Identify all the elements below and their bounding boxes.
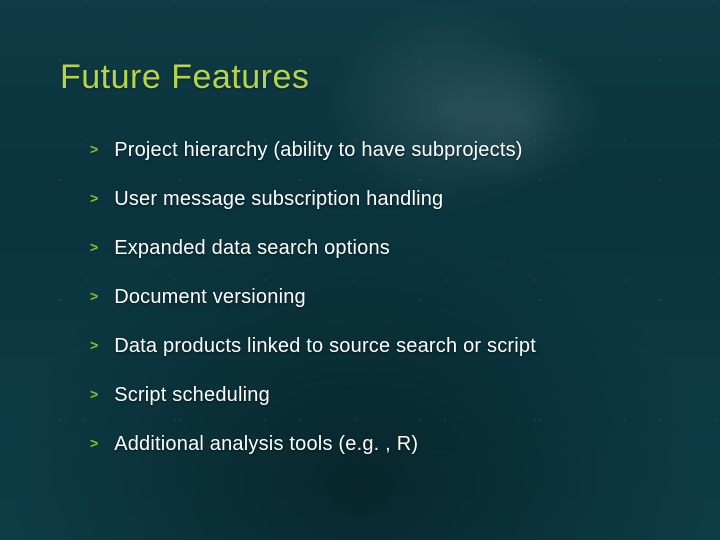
chevron-icon: > (90, 436, 98, 450)
chevron-icon: > (90, 240, 98, 254)
list-item: > User message subscription handling (90, 188, 660, 211)
list-item: > Project hierarchy (ability to have sub… (90, 139, 660, 162)
bullet-text: Project hierarchy (ability to have subpr… (114, 139, 522, 162)
bullet-text: Script scheduling (114, 384, 270, 407)
list-item: > Additional analysis tools (e.g. , R) (90, 433, 660, 456)
chevron-icon: > (90, 387, 98, 401)
list-item: > Data products linked to source search … (90, 335, 660, 358)
bullet-list: > Project hierarchy (ability to have sub… (60, 139, 660, 456)
bullet-text: Additional analysis tools (e.g. , R) (114, 433, 418, 456)
bullet-text: User message subscription handling (114, 188, 443, 211)
bullet-text: Document versioning (114, 286, 306, 309)
list-item: > Script scheduling (90, 384, 660, 407)
slide-title: Future Features (60, 58, 660, 97)
list-item: > Expanded data search options (90, 237, 660, 260)
bullet-text: Data products linked to source search or… (114, 335, 536, 358)
slide: Future Features > Project hierarchy (abi… (0, 0, 720, 540)
chevron-icon: > (90, 142, 98, 156)
chevron-icon: > (90, 338, 98, 352)
chevron-icon: > (90, 191, 98, 205)
chevron-icon: > (90, 289, 98, 303)
bullet-text: Expanded data search options (114, 237, 390, 260)
list-item: > Document versioning (90, 286, 660, 309)
